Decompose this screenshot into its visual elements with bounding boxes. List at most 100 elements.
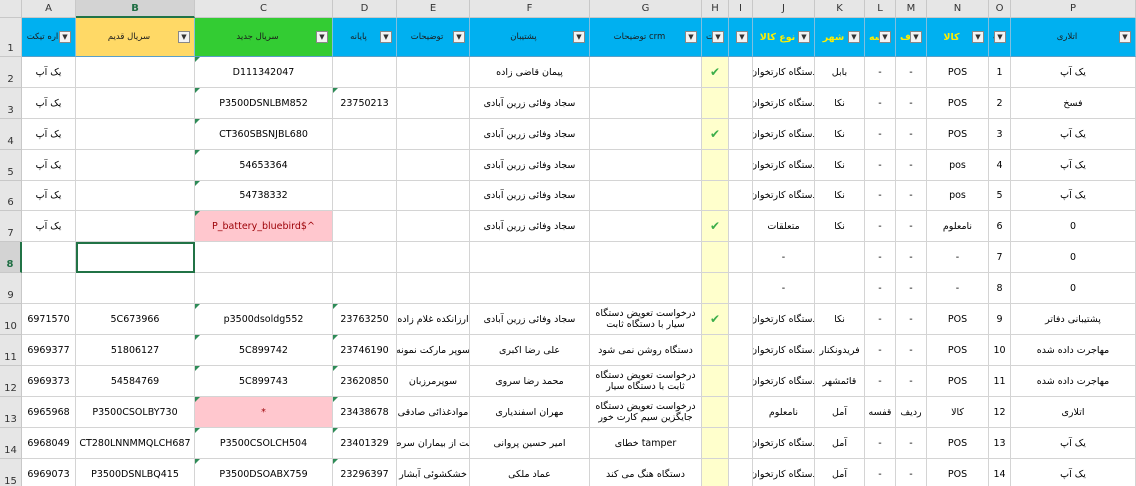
cell-n4[interactable]: POS <box>927 119 989 150</box>
cell-l8[interactable]: - <box>865 242 896 273</box>
cell-b7[interactable] <box>76 211 195 242</box>
cell-a5[interactable]: یک آپ <box>22 150 76 181</box>
cell-p3[interactable]: فسخ <box>1011 88 1136 119</box>
cell-k2[interactable]: بابل <box>815 57 865 88</box>
header-cell-g[interactable]: توضیحات crm ▼ <box>590 18 702 57</box>
cell-f8[interactable] <box>470 242 590 273</box>
cell-c12[interactable]: 5C899743 <box>195 366 333 397</box>
cell-k13[interactable]: آمل <box>815 397 865 428</box>
header-cell-p[interactable]: اتلاری ▼ <box>1011 18 1136 57</box>
row-header-6[interactable]: 6 <box>0 181 22 211</box>
cell-p2[interactable]: یک آپ <box>1011 57 1136 88</box>
cell-k8[interactable] <box>815 242 865 273</box>
cell-e12[interactable]: سوپرمرزبان <box>397 366 470 397</box>
cell-l13[interactable]: قفسه <box>865 397 896 428</box>
cell-c3[interactable]: P3500DSNLBM852 <box>195 88 333 119</box>
cell-a11[interactable]: 6969377 <box>22 335 76 366</box>
cell-b13[interactable]: P3500CSOLBY730 <box>76 397 195 428</box>
cell-j2[interactable]: دستگاه کارتخوان <box>753 57 815 88</box>
cell-i2[interactable] <box>729 57 753 88</box>
filter-dropdown-icon[interactable]: ▼ <box>798 31 810 43</box>
cell-h9[interactable] <box>702 273 729 304</box>
header-cell-f[interactable]: پشتیبان ▼ <box>470 18 590 57</box>
cell-o11[interactable]: 10 <box>989 335 1011 366</box>
cell-o9[interactable]: 8 <box>989 273 1011 304</box>
filter-dropdown-icon[interactable]: ▼ <box>879 31 891 43</box>
cell-c15[interactable] <box>195 459 333 486</box>
cell-b10[interactable]: 5C673966 <box>76 304 195 335</box>
cell-g3[interactable] <box>590 88 702 119</box>
cell-c10[interactable]: p3500dsoldg552 <box>195 304 333 335</box>
column-header-m[interactable]: M <box>896 0 927 18</box>
cell-d10[interactable]: 23763250 <box>333 304 397 335</box>
column-header-d[interactable]: D <box>333 0 397 18</box>
cell-b5[interactable] <box>76 150 195 181</box>
cell-d13[interactable]: 23438678 <box>333 397 397 428</box>
header-cell-d[interactable]: پایانه ▼ <box>333 18 397 57</box>
cell-f9[interactable] <box>470 273 590 304</box>
header-cell-h[interactable]: ت▼ <box>702 18 729 57</box>
column-header-i[interactable]: I <box>729 0 753 18</box>
filter-dropdown-icon[interactable]: ▼ <box>994 31 1006 43</box>
cell-g11[interactable]: دستگاه روشن نمی شود <box>590 335 702 366</box>
cell-i4[interactable] <box>729 119 753 150</box>
cell-c4[interactable]: CT360SBSNJBL680 <box>195 119 333 150</box>
header-cell-m[interactable]: ف ▼ <box>896 18 927 57</box>
cell-a8[interactable] <box>22 242 76 273</box>
filter-dropdown-icon[interactable]: ▼ <box>316 31 328 43</box>
cell-l5[interactable]: - <box>865 150 896 181</box>
cell-c6[interactable]: 54738332 <box>195 181 333 211</box>
cell-m12[interactable]: - <box>896 366 927 397</box>
cell-n10[interactable]: POS <box>927 304 989 335</box>
cell-j14[interactable]: دستگاه کارتخوان <box>753 428 815 459</box>
cell-i7[interactable] <box>729 211 753 242</box>
cell-c5[interactable]: 54653364 <box>195 150 333 181</box>
cell-i15[interactable] <box>729 459 753 486</box>
cell-b6[interactable] <box>76 181 195 211</box>
cell-n14[interactable]: POS <box>927 428 989 459</box>
cell-o13[interactable]: 12 <box>989 397 1011 428</box>
column-header-f[interactable]: F <box>470 0 590 18</box>
cell-l7[interactable]: - <box>865 211 896 242</box>
cell-l11[interactable]: - <box>865 335 896 366</box>
cell-g6[interactable] <box>590 181 702 211</box>
cell-d3[interactable]: 23750213 <box>333 88 397 119</box>
cell-i8[interactable] <box>729 242 753 273</box>
cell-e11[interactable]: سوپر مارکت نمونه <box>397 335 470 366</box>
cell-o12[interactable]: 11 <box>989 366 1011 397</box>
filter-dropdown-icon[interactable]: ▼ <box>712 31 724 43</box>
row-header-3[interactable]: 3 <box>0 88 22 119</box>
header-cell-k[interactable]: شهر ▼ <box>815 18 865 57</box>
cell-d9[interactable] <box>333 273 397 304</box>
cell-n15[interactable] <box>927 459 989 486</box>
cell-a4[interactable]: یک آپ <box>22 119 76 150</box>
cell-b3[interactable] <box>76 88 195 119</box>
cell-e10[interactable]: ارزانکده غلام زاده <box>397 304 470 335</box>
cell-o2[interactable]: 1 <box>989 57 1011 88</box>
cell-i10[interactable] <box>729 304 753 335</box>
cell-k12[interactable]: قائمشهر <box>815 366 865 397</box>
cell-g12[interactable]: درخواست تعویض دستگاه ثابت با دستگاه سیار <box>590 366 702 397</box>
cell-j5[interactable]: دستگاه کارتخوان <box>753 150 815 181</box>
cell-d5[interactable] <box>333 150 397 181</box>
cell-d15[interactable] <box>333 459 397 486</box>
cell-p9[interactable]: 0 <box>1011 273 1136 304</box>
header-cell-o[interactable]: ردیف▼ <box>989 18 1011 57</box>
column-header-c[interactable]: C <box>195 0 333 18</box>
cell-e7[interactable] <box>397 211 470 242</box>
header-cell-b[interactable]: سریال قدیم ▼ <box>76 18 195 57</box>
cell-a2[interactable]: یک آپ <box>22 57 76 88</box>
cell-f11[interactable]: علی رضا اکبری <box>470 335 590 366</box>
cell-m6[interactable]: - <box>896 181 927 211</box>
cell-l10[interactable]: - <box>865 304 896 335</box>
cell-p11[interactable]: مهاجرت داده شده <box>1011 335 1136 366</box>
cell-l3[interactable]: - <box>865 88 896 119</box>
cell-c14[interactable]: P3500CSOLCH504 <box>195 428 333 459</box>
filter-dropdown-icon[interactable]: ▼ <box>380 31 392 43</box>
cell-n11[interactable]: POS <box>927 335 989 366</box>
cell-p13[interactable]: اتلاری <box>1011 397 1136 428</box>
cell-m4[interactable]: - <box>896 119 927 150</box>
cell-i5[interactable] <box>729 150 753 181</box>
cell-k10[interactable]: نکا <box>815 304 865 335</box>
cell-k6[interactable]: نکا <box>815 181 865 211</box>
